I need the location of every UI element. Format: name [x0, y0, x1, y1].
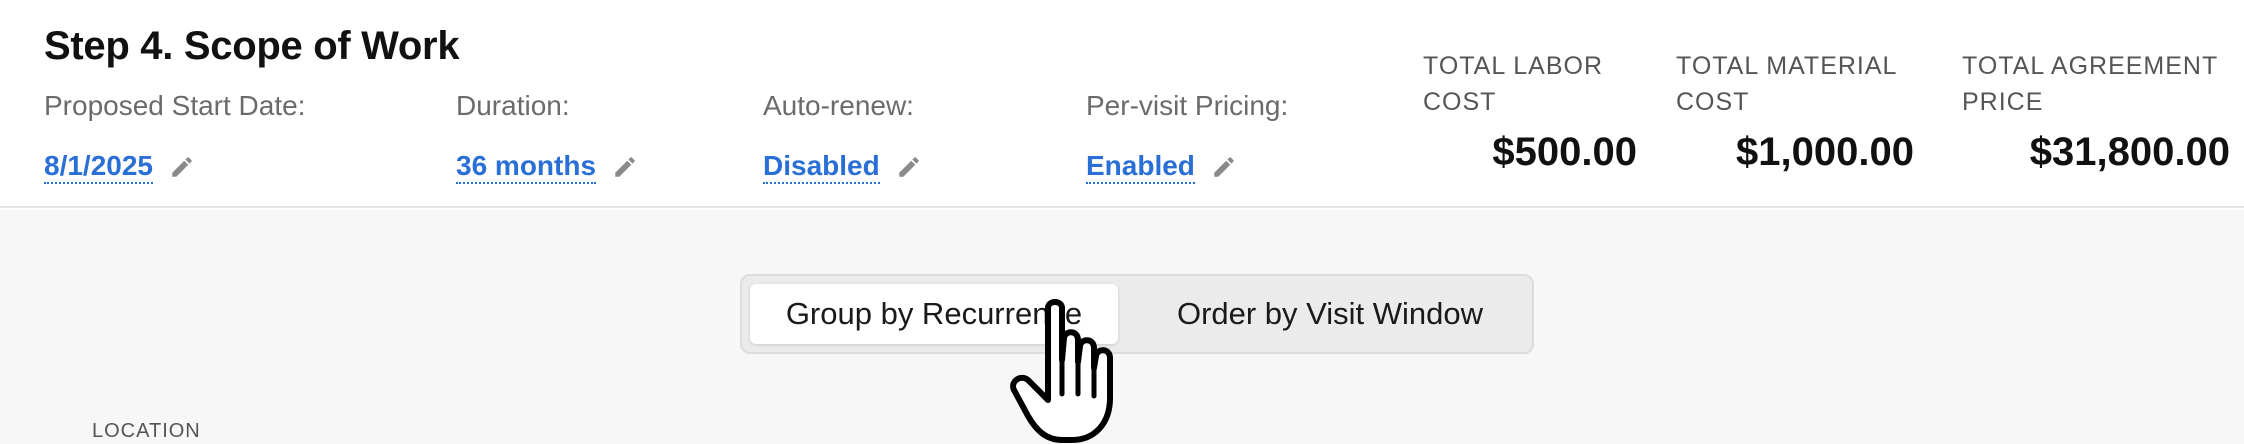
duration-label: Duration: [456, 90, 570, 121]
total-labor-cost-label-line1: TOTAL LABOR [1423, 52, 1604, 80]
page-title: Step 4. Scope of Work [44, 24, 460, 68]
total-labor-cost-label: TOTAL LABOR COST [1423, 48, 1633, 120]
duration-field: Duration: 36 months [456, 90, 638, 185]
total-agreement-price-label-line2: PRICE [1962, 88, 2044, 116]
pencil-icon[interactable] [612, 154, 638, 180]
total-material-cost-label-line2: COST [1676, 88, 1750, 116]
total-agreement-price-label: TOTAL AGREEMENT PRICE [1962, 48, 2230, 120]
total-material-cost-value: $1,000.00 [1736, 130, 1914, 174]
total-labor-cost-label-line2: COST [1423, 88, 1497, 116]
per-visit-pricing-label: Per-visit Pricing: [1086, 90, 1289, 121]
total-material-cost: TOTAL MATERIAL COST $1,000.00 [1676, 48, 1914, 174]
page-header: Step 4. Scope of Work Proposed Start Dat… [0, 0, 2244, 208]
proposed-start-date-label: Proposed Start Date: [44, 90, 306, 121]
auto-renew-value[interactable]: Disabled [763, 150, 880, 185]
pencil-icon[interactable] [169, 154, 195, 180]
total-labor-cost: TOTAL LABOR COST $500.00 [1423, 48, 1637, 174]
pencil-icon[interactable] [896, 154, 922, 180]
total-agreement-price-label-line1: TOTAL AGREEMENT [1962, 52, 2219, 80]
total-agreement-price: TOTAL AGREEMENT PRICE $31,800.00 [1962, 48, 2230, 174]
hand-pointer-cursor-icon [1010, 299, 1113, 443]
proposed-start-date-field: Proposed Start Date: 8/1/2025 [44, 90, 306, 185]
per-visit-pricing-value[interactable]: Enabled [1086, 150, 1195, 185]
view-toggle: Group by Recurrence Order by Visit Windo… [740, 274, 1534, 354]
pencil-icon[interactable] [1211, 154, 1237, 180]
per-visit-pricing-field: Per-visit Pricing: Enabled [1086, 90, 1289, 185]
total-material-cost-label-line1: TOTAL MATERIAL [1676, 52, 1898, 80]
total-agreement-price-value: $31,800.00 [2029, 130, 2230, 174]
location-label: LOCATION [92, 420, 201, 442]
proposed-start-date-value[interactable]: 8/1/2025 [44, 150, 153, 185]
auto-renew-label: Auto-renew: [763, 90, 914, 121]
auto-renew-field: Auto-renew: Disabled [763, 90, 922, 185]
duration-value[interactable]: 36 months [456, 150, 597, 185]
order-by-visit-window-button[interactable]: Order by Visit Window [1132, 284, 1528, 344]
total-labor-cost-value: $500.00 [1492, 130, 1637, 174]
content-area: Group by Recurrence Order by Visit Windo… [0, 210, 2244, 444]
total-material-cost-label: TOTAL MATERIAL COST [1676, 48, 1914, 120]
